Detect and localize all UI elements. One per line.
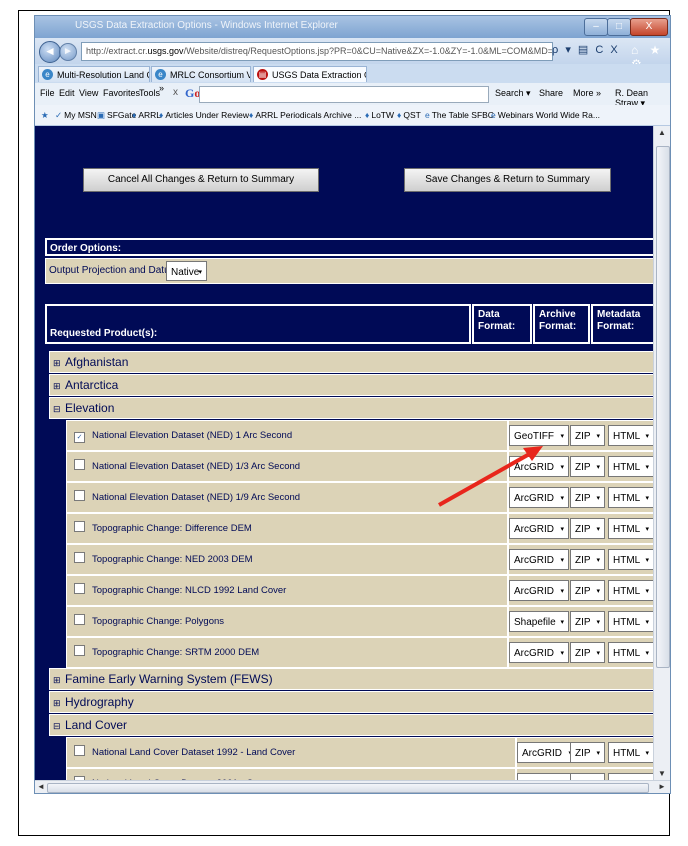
tab-strip: e Multi-Resolution Land Charact... e MRL… xyxy=(35,64,670,84)
menu-view[interactable]: View xyxy=(79,88,98,98)
page-content: Cancel All Changes & Return to Summary S… xyxy=(35,126,653,780)
google-share-button[interactable]: Share xyxy=(539,88,563,98)
address-bar-row: ◄ ► http://extract.cr.usgs.gov/Website/d… xyxy=(35,38,670,71)
menu-bar: File Edit View Favorites Tools » x Googl… xyxy=(35,83,670,108)
title-bar: USGS Data Extraction Options - Windows I… xyxy=(35,16,670,38)
annotation-arrow-line xyxy=(438,450,534,507)
tab-usgs-extraction[interactable]: ▤ USGS Data Extraction Optio... × xyxy=(253,66,367,82)
back-button[interactable]: ◄ xyxy=(39,41,61,63)
menu-favorites[interactable]: Favorites xyxy=(103,88,140,98)
google-search-input[interactable] xyxy=(199,86,489,103)
ie-icon: e xyxy=(42,69,53,80)
vertical-scrollbar[interactable]: ▲ ▼ xyxy=(653,126,670,780)
url-domain: usgs.gov xyxy=(147,46,184,56)
annotation-arrow xyxy=(438,446,543,507)
scroll-down-icon[interactable]: ▼ xyxy=(658,769,666,778)
fav-lotw[interactable]: ♦ LoTW xyxy=(365,110,394,120)
menu-file[interactable]: File xyxy=(40,88,55,98)
forward-button[interactable]: ► xyxy=(59,43,77,61)
scroll-right-icon[interactable]: ► xyxy=(658,782,666,791)
horizontal-scrollbar[interactable]: ◄ ► xyxy=(35,780,670,793)
fav-qst[interactable]: ♦ QST xyxy=(397,110,421,120)
scroll-left-icon[interactable]: ◄ xyxy=(37,782,45,791)
browser-window: USGS Data Extraction Options - Windows I… xyxy=(34,15,671,794)
url-prefix: http://extract.cr. xyxy=(86,46,148,56)
menu-tools[interactable]: Tools xyxy=(139,88,160,98)
favorites-star-icon[interactable]: ★ xyxy=(41,110,51,121)
fav-sfgate[interactable]: ▣ SFGate xyxy=(97,110,136,121)
vertical-scroll-thumb[interactable] xyxy=(656,146,670,668)
menu-edit[interactable]: Edit xyxy=(59,88,75,98)
google-toolbar-close-icon[interactable]: x xyxy=(173,87,178,98)
window-title: USGS Data Extraction Options - Windows I… xyxy=(75,20,338,31)
url-rest: /Website/distreq/RequestOptions.jsp?PR=0… xyxy=(183,46,553,56)
horizontal-scroll-thumb[interactable] xyxy=(47,783,649,793)
maximize-button[interactable]: □ xyxy=(607,18,631,36)
minimize-button[interactable]: – xyxy=(584,18,608,36)
tab-label: Multi-Resolution Land Charact... xyxy=(57,70,149,80)
fav-arrl-periodicals[interactable]: ♦ ARRL Periodicals Archive ... xyxy=(249,110,361,120)
tab-label: USGS Data Extraction Optio... xyxy=(272,70,366,80)
page-icon: ▤ xyxy=(257,69,268,80)
scroll-up-icon[interactable]: ▲ xyxy=(658,128,666,137)
fav-webinars[interactable]: e Webinars World Wide Ra... xyxy=(491,110,600,120)
fav-my-msn[interactable]: ✓ My MSN xyxy=(55,110,97,121)
menu-overflow-icon[interactable]: » xyxy=(159,83,164,93)
annotation-arrow-head xyxy=(523,446,543,461)
google-search-button[interactable]: Search ▾ xyxy=(495,88,531,99)
fav-arrl[interactable]: ♦ ARRL xyxy=(132,110,161,120)
fav-articles-under-review[interactable]: ♦ Articles Under Review xyxy=(159,110,249,120)
address-input[interactable]: http://extract.cr.usgs.gov/Website/distr… xyxy=(81,42,553,61)
google-more-button[interactable]: More » xyxy=(573,88,601,98)
address-actions-icons[interactable]: ρ ▾ ▤ C X xyxy=(552,43,620,56)
tab-mrlc-landcover[interactable]: e Multi-Resolution Land Charact... xyxy=(38,66,150,82)
tab-mrlc-viewer[interactable]: e MRLC Consortium Viewer xyxy=(151,66,251,82)
fav-table-sfbc[interactable]: e The Table SFBC xyxy=(425,110,494,120)
close-window-button[interactable]: X xyxy=(630,18,668,36)
ie-icon: e xyxy=(155,69,166,80)
tab-label: MRLC Consortium Viewer xyxy=(170,70,250,80)
favorites-bar: ★ ✓ My MSN ▣ SFGate ♦ ARRL ♦ Articles Under … xyxy=(35,105,670,126)
